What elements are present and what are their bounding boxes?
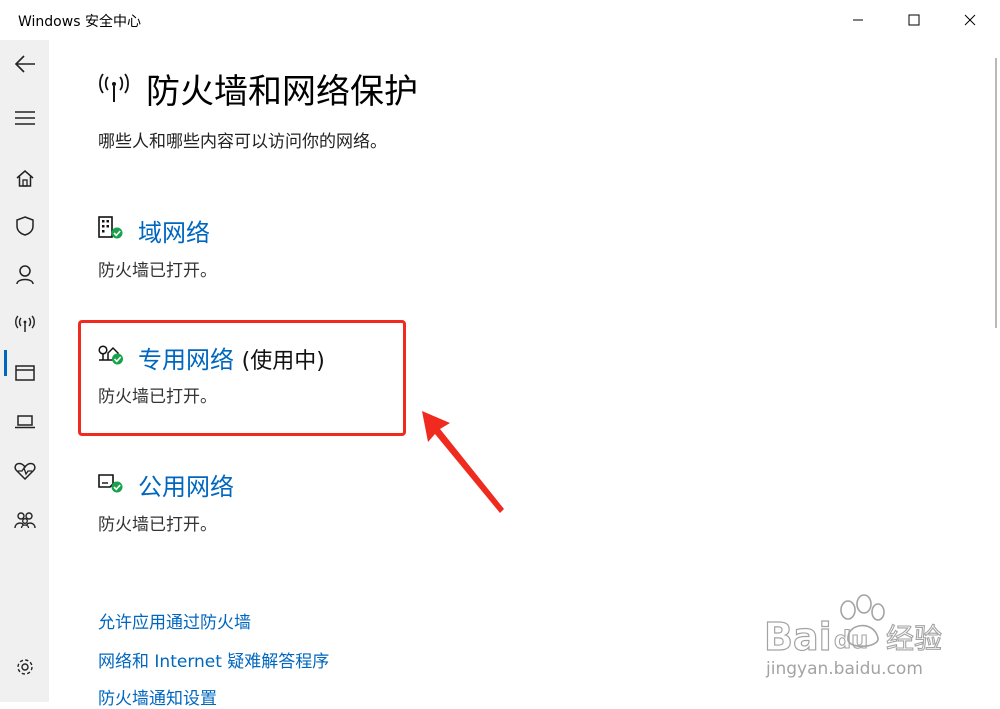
home-icon — [16, 170, 33, 187]
title-bar: Windows 安全中心 — [0, 0, 1000, 40]
device-laptop-icon — [14, 415, 35, 429]
window-title: Windows 安全中心 — [18, 14, 141, 30]
shield-icon — [15, 216, 34, 236]
page-subtitle: 哪些人和哪些内容可以访问你的网络。 — [98, 132, 387, 152]
sidebar-item-family-options[interactable] — [0, 498, 49, 542]
sidebar — [0, 40, 49, 702]
svg-text:Bai: Bai — [764, 615, 832, 659]
network-troubleshooter-link[interactable]: 网络和 Internet 疑难解答程序 — [98, 647, 329, 672]
close-icon — [964, 14, 976, 26]
scrollbar-thumb[interactable] — [995, 58, 997, 328]
sidebar-item-firewall[interactable] — [0, 302, 49, 346]
firewall-notification-settings-link[interactable]: 防火墙通知设置 — [98, 684, 217, 709]
firewall-antenna-icon — [99, 73, 129, 102]
svg-text:du: du — [834, 626, 868, 654]
svg-text:经验: 经验 — [886, 622, 942, 655]
public-network-icon — [98, 474, 123, 493]
settings-gear-icon — [16, 659, 33, 675]
sidebar-item-app-browser[interactable] — [0, 351, 49, 395]
sidebar-item-virus-protection[interactable] — [0, 204, 49, 248]
back-arrow-icon — [14, 55, 35, 73]
hamburger-menu-icon — [14, 111, 35, 125]
sidebar-item-account[interactable] — [0, 253, 49, 297]
page-title: 防火墙和网络保护 — [146, 72, 418, 112]
annotation-arrow-icon — [422, 411, 504, 513]
sidebar-item-device-health[interactable] — [0, 449, 49, 493]
maximize-icon — [908, 14, 920, 26]
svg-text:jingyan.baidu.com: jingyan.baidu.com — [765, 659, 923, 679]
back-button[interactable] — [0, 42, 49, 86]
account-person-icon — [15, 265, 34, 285]
sidebar-item-settings[interactable] — [0, 645, 49, 689]
menu-button[interactable] — [0, 96, 49, 140]
health-heart-icon — [13, 462, 36, 480]
domain-network-link[interactable]: 域网络 — [138, 213, 210, 248]
maximize-button[interactable] — [886, 0, 942, 40]
family-icon — [13, 512, 36, 529]
minimize-button[interactable] — [830, 0, 886, 40]
sidebar-item-device-security[interactable] — [0, 400, 49, 444]
allow-app-through-firewall-link[interactable]: 允许应用通过防火墙 — [98, 608, 251, 633]
sidebar-item-home[interactable] — [0, 156, 49, 200]
public-network-status: 防火墙已打开。 — [98, 515, 217, 535]
domain-network-icon — [98, 216, 123, 239]
domain-network-status: 防火墙已打开。 — [98, 261, 217, 281]
firewall-antenna-icon — [14, 315, 35, 332]
app-browser-window-icon — [14, 365, 35, 381]
annotation-highlight-box — [78, 320, 406, 436]
minimize-icon — [853, 19, 863, 21]
baidu-jingyan-watermark: Bai du 经验 jingyan.baidu.com — [763, 594, 943, 679]
close-button[interactable] — [942, 0, 998, 40]
public-network-link[interactable]: 公用网络 — [138, 467, 234, 502]
